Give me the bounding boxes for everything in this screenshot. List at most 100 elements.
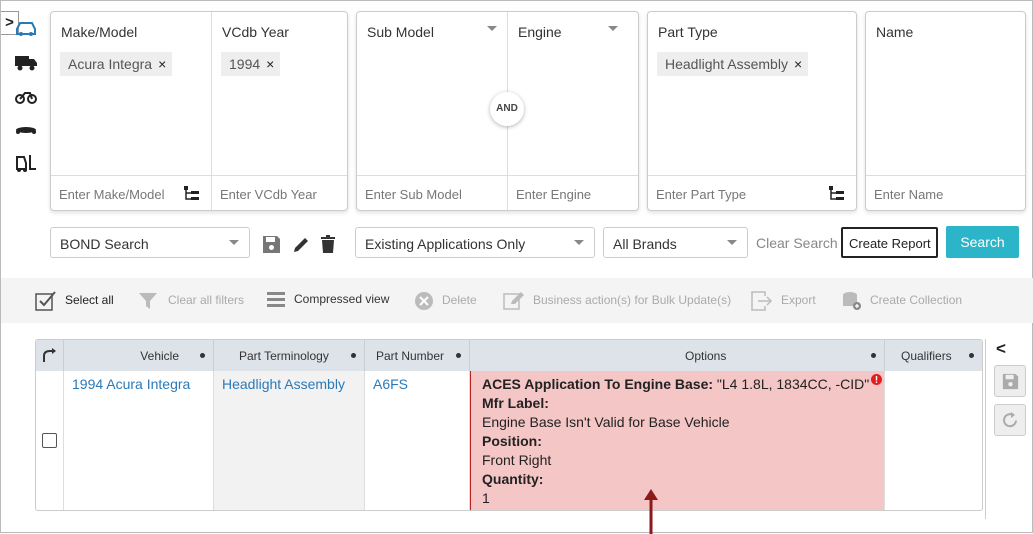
position-label: Position: — [482, 433, 542, 449]
column-menu-icon[interactable] — [871, 353, 876, 358]
sub-model-title: Sub Model — [367, 24, 434, 40]
and-operator-badge[interactable]: AND — [490, 92, 524, 126]
business-action-button[interactable]: Business action(s) for Bulk Update(s) — [503, 291, 731, 311]
column-menu-icon[interactable] — [351, 353, 356, 358]
column-menu-icon[interactable] — [969, 353, 974, 358]
compressed-view-label: Compressed view — [294, 292, 390, 307]
name-title: Name — [876, 24, 914, 40]
row-checkbox[interactable] — [42, 433, 57, 448]
column-config-header[interactable] — [36, 340, 64, 371]
vehicle-type-sidebar: > — [1, 1, 43, 181]
vehicle-link[interactable]: 1994 Acura Integra — [72, 376, 190, 392]
options-header-label: Options — [685, 349, 727, 363]
side-save-button[interactable] — [994, 365, 1026, 397]
search-button[interactable]: Search — [946, 226, 1019, 258]
vcdb-year-chip: 1994 × — [221, 52, 281, 76]
export-icon — [751, 291, 773, 311]
vcdb-year-column: VCdb Year 1994 × Enter VCdb Year — [212, 12, 347, 210]
sub-model-dropdown-icon[interactable] — [487, 26, 497, 31]
brands-select[interactable]: All Brands — [603, 227, 748, 258]
select-all-button[interactable]: Select all — [35, 291, 114, 311]
remove-chip-icon[interactable]: × — [158, 56, 166, 72]
create-collection-label: Create Collection — [870, 293, 963, 308]
trash-icon[interactable] — [320, 235, 336, 254]
create-report-button[interactable]: Create Report — [841, 227, 938, 258]
make-model-title: Make/Model — [61, 24, 138, 40]
options-header[interactable]: Options — [470, 340, 885, 371]
part-type-input[interactable]: Enter Part Type — [648, 175, 856, 210]
vehicle-filter-panel: Make/Model Acura Integra × Enter Make/Mod… — [50, 11, 348, 211]
delete-button[interactable]: Delete — [414, 291, 477, 311]
part-terminology-header-label: Part Terminology — [239, 349, 329, 363]
engine-input[interactable]: Enter Engine — [508, 175, 638, 210]
car-icon[interactable] — [14, 18, 38, 38]
position-value: Front Right — [482, 452, 552, 468]
engine-base-line: ACES Application To Engine Base: "L4 1.8… — [482, 376, 869, 392]
part-number-link[interactable]: A6FS — [373, 376, 408, 392]
edit-pencil-icon[interactable] — [292, 235, 311, 254]
delete-label: Delete — [442, 293, 477, 308]
truck-icon[interactable] — [14, 52, 38, 72]
clear-filters-button[interactable]: Clear all filters — [138, 291, 244, 311]
bulk-actions-toolbar: Select all Clear all filters Compressed … — [1, 278, 1033, 323]
vehicle-header-label: Vehicle — [140, 349, 179, 363]
part-terminology-cell: Headlight Assembly — [214, 371, 365, 510]
mfr-value: Engine Base Isn't Valid for Base Vehicle — [482, 414, 730, 430]
vcdb-year-chip-label: 1994 — [229, 56, 261, 72]
snowmobile-icon[interactable] — [14, 120, 38, 140]
save-icon[interactable] — [262, 235, 281, 254]
name-panel: Name Enter Name — [865, 11, 1026, 211]
part-terminology-link[interactable]: Headlight Assembly — [222, 376, 345, 392]
name-input[interactable]: Enter Name — [866, 175, 1025, 210]
tree-view-icon[interactable] — [183, 185, 201, 202]
part-type-chip-label: Headlight Assembly — [665, 56, 788, 72]
filter-clear-icon — [139, 293, 157, 309]
collapse-panel-button[interactable]: < — [996, 339, 1006, 359]
part-number-cell: A6FS — [365, 371, 470, 510]
side-refresh-button[interactable] — [994, 404, 1026, 436]
sub-model-column: Sub Model Enter Sub Model — [357, 12, 508, 210]
tree-view-icon[interactable] — [828, 185, 846, 202]
qualifiers-header-label: Qualifiers — [901, 349, 952, 363]
part-type-panel: Part Type Headlight Assembly × Enter Part… — [647, 11, 857, 211]
part-type-title: Part Type — [658, 24, 718, 40]
motorcycle-icon[interactable] — [14, 87, 38, 107]
bulk-edit-icon — [503, 292, 524, 310]
select-all-label: Select all — [65, 293, 114, 308]
compressed-view-icon — [267, 292, 285, 307]
chevron-down-icon — [727, 240, 737, 245]
column-menu-icon[interactable] — [456, 353, 461, 358]
engine-base-value: "L4 1.8L, 1834CC, -CID" — [713, 376, 870, 392]
reorder-arrow-icon — [43, 348, 56, 362]
applications-filter-select[interactable]: Existing Applications Only — [355, 227, 595, 258]
column-menu-icon[interactable] — [200, 353, 205, 358]
part-terminology-header[interactable]: Part Terminology — [214, 340, 365, 371]
error-alert-icon[interactable] — [871, 374, 882, 385]
compressed-view-button[interactable]: Compressed view — [266, 291, 389, 309]
row-select-cell — [36, 371, 64, 510]
applications-filter-value: Existing Applications Only — [365, 236, 526, 252]
vehicle-header[interactable]: Vehicle — [64, 340, 214, 371]
qualifiers-header[interactable]: Qualifiers — [885, 340, 982, 371]
part-number-header[interactable]: Part Number — [365, 340, 470, 371]
make-model-chip: Acura Integra × — [60, 52, 173, 76]
vcdb-year-title: VCdb Year — [222, 24, 289, 40]
engine-title: Engine — [518, 24, 562, 40]
export-button[interactable]: Export — [751, 291, 816, 311]
clear-search-link[interactable]: Clear Search — [756, 235, 838, 251]
database-add-icon — [843, 292, 861, 310]
mfr-label: Mfr Label: — [482, 395, 549, 411]
make-model-column: Make/Model Acura Integra × Enter Make/Mod… — [51, 12, 212, 210]
remove-chip-icon[interactable]: × — [794, 56, 802, 72]
options-cell[interactable]: ACES Application To Engine Base: "L4 1.8… — [470, 371, 885, 510]
remove-chip-icon[interactable]: × — [266, 56, 274, 72]
sub-model-input[interactable]: Enter Sub Model — [357, 175, 507, 210]
create-collection-button[interactable]: Create Collection — [842, 291, 962, 311]
side-actions-panel: < — [985, 339, 1033, 519]
bond-search-select[interactable]: BOND Search — [50, 227, 250, 258]
vcdb-year-input[interactable]: Enter VCdb Year — [212, 175, 347, 210]
engine-dropdown-icon[interactable] — [608, 26, 618, 31]
export-label: Export — [781, 293, 816, 308]
save-icon — [1002, 373, 1019, 390]
forklift-icon[interactable] — [14, 153, 38, 173]
